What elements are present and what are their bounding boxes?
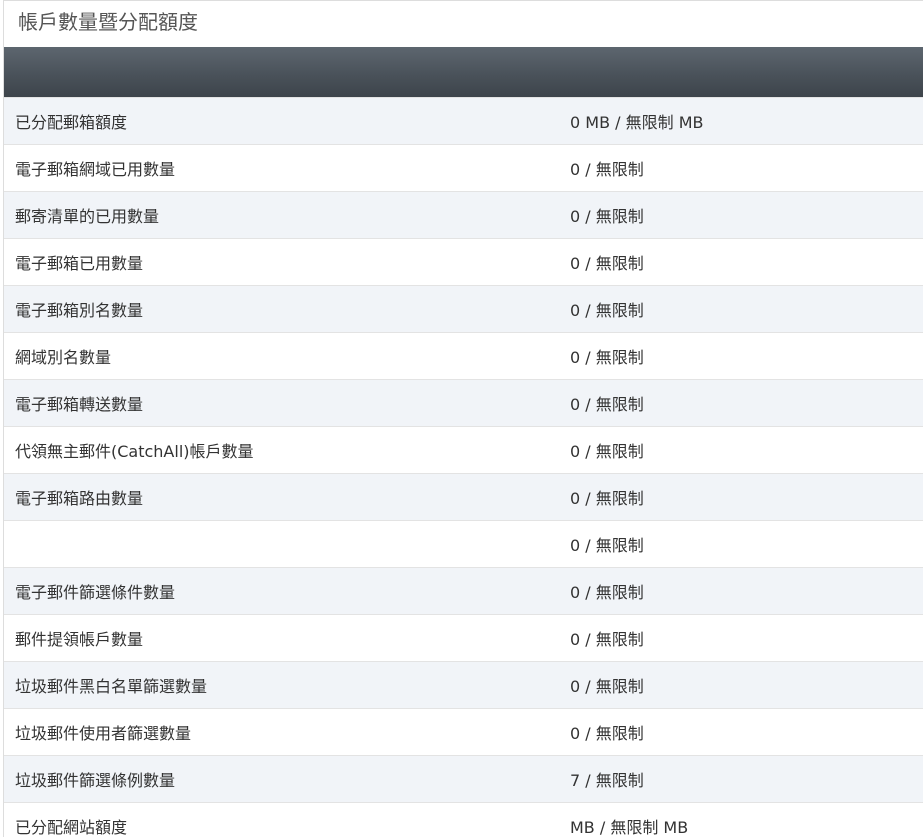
table-row: 垃圾郵件篩選條例數量 7 / 無限制 bbox=[4, 755, 923, 803]
row-label: 已分配郵箱額度 bbox=[4, 97, 559, 145]
row-label: 電子郵箱已用數量 bbox=[4, 238, 559, 286]
table-row: 電子郵箱別名數量 0 / 無限制 bbox=[4, 285, 923, 333]
table-row: 網域別名數量 0 / 無限制 bbox=[4, 332, 923, 380]
row-value: 0 / 無限制 bbox=[559, 285, 923, 333]
row-value: 0 / 無限制 bbox=[559, 426, 923, 474]
row-value: MB / 無限制 MB bbox=[559, 802, 923, 837]
table-row: 0 / 無限制 bbox=[4, 520, 923, 568]
row-value: 0 / 無限制 bbox=[559, 379, 923, 427]
row-label: 垃圾郵件篩選條例數量 bbox=[4, 755, 559, 803]
row-value: 0 / 無限制 bbox=[559, 191, 923, 239]
row-label: 網域別名數量 bbox=[4, 332, 559, 380]
table-row: 郵件提領帳戶數量 0 / 無限制 bbox=[4, 614, 923, 662]
row-value: 0 / 無限制 bbox=[559, 238, 923, 286]
row-value: 0 / 無限制 bbox=[559, 567, 923, 615]
row-label: 郵件提領帳戶數量 bbox=[4, 614, 559, 662]
row-value: 0 / 無限制 bbox=[559, 473, 923, 521]
quota-table: 已分配郵箱額度 0 MB / 無限制 MB 電子郵箱網域已用數量 0 / 無限制… bbox=[4, 97, 923, 837]
table-row: 垃圾郵件使用者篩選數量 0 / 無限制 bbox=[4, 708, 923, 756]
row-label: 郵寄清單的已用數量 bbox=[4, 191, 559, 239]
row-label: 代領無主郵件(CatchAll)帳戶數量 bbox=[4, 426, 559, 474]
row-label: 電子郵箱別名數量 bbox=[4, 285, 559, 333]
row-label: 已分配網站額度 bbox=[4, 802, 559, 837]
table-row: 垃圾郵件黑白名單篩選數量 0 / 無限制 bbox=[4, 661, 923, 709]
row-label: 電子郵箱網域已用數量 bbox=[4, 144, 559, 192]
row-value: 0 / 無限制 bbox=[559, 520, 923, 568]
row-value: 0 / 無限制 bbox=[559, 332, 923, 380]
table-row: 代領無主郵件(CatchAll)帳戶數量 0 / 無限制 bbox=[4, 426, 923, 474]
table-row: 已分配郵箱額度 0 MB / 無限制 MB bbox=[4, 97, 923, 145]
table-row: 電子郵件篩選條件數量 0 / 無限制 bbox=[4, 567, 923, 615]
row-value: 0 / 無限制 bbox=[559, 614, 923, 662]
table-row: 電子郵箱已用數量 0 / 無限制 bbox=[4, 238, 923, 286]
table-row: 已分配網站額度 MB / 無限制 MB bbox=[4, 802, 923, 837]
table-row: 電子郵箱路由數量 0 / 無限制 bbox=[4, 473, 923, 521]
row-value: 0 / 無限制 bbox=[559, 144, 923, 192]
row-value: 0 MB / 無限制 MB bbox=[559, 97, 923, 145]
table-row: 電子郵箱網域已用數量 0 / 無限制 bbox=[4, 144, 923, 192]
row-value: 0 / 無限制 bbox=[559, 661, 923, 709]
row-value: 0 / 無限制 bbox=[559, 708, 923, 756]
row-label bbox=[4, 520, 559, 568]
row-label: 電子郵箱路由數量 bbox=[4, 473, 559, 521]
row-label: 垃圾郵件黑白名單篩選數量 bbox=[4, 661, 559, 709]
panel-title: 帳戶數量暨分配額度 bbox=[4, 1, 923, 47]
table-header-bar bbox=[4, 47, 923, 97]
table-row: 郵寄清單的已用數量 0 / 無限制 bbox=[4, 191, 923, 239]
row-value: 7 / 無限制 bbox=[559, 755, 923, 803]
quota-panel: 帳戶數量暨分配額度 已分配郵箱額度 0 MB / 無限制 MB 電子郵箱網域已用… bbox=[3, 0, 923, 837]
row-label: 垃圾郵件使用者篩選數量 bbox=[4, 708, 559, 756]
table-row: 電子郵箱轉送數量 0 / 無限制 bbox=[4, 379, 923, 427]
row-label: 電子郵件篩選條件數量 bbox=[4, 567, 559, 615]
row-label: 電子郵箱轉送數量 bbox=[4, 379, 559, 427]
